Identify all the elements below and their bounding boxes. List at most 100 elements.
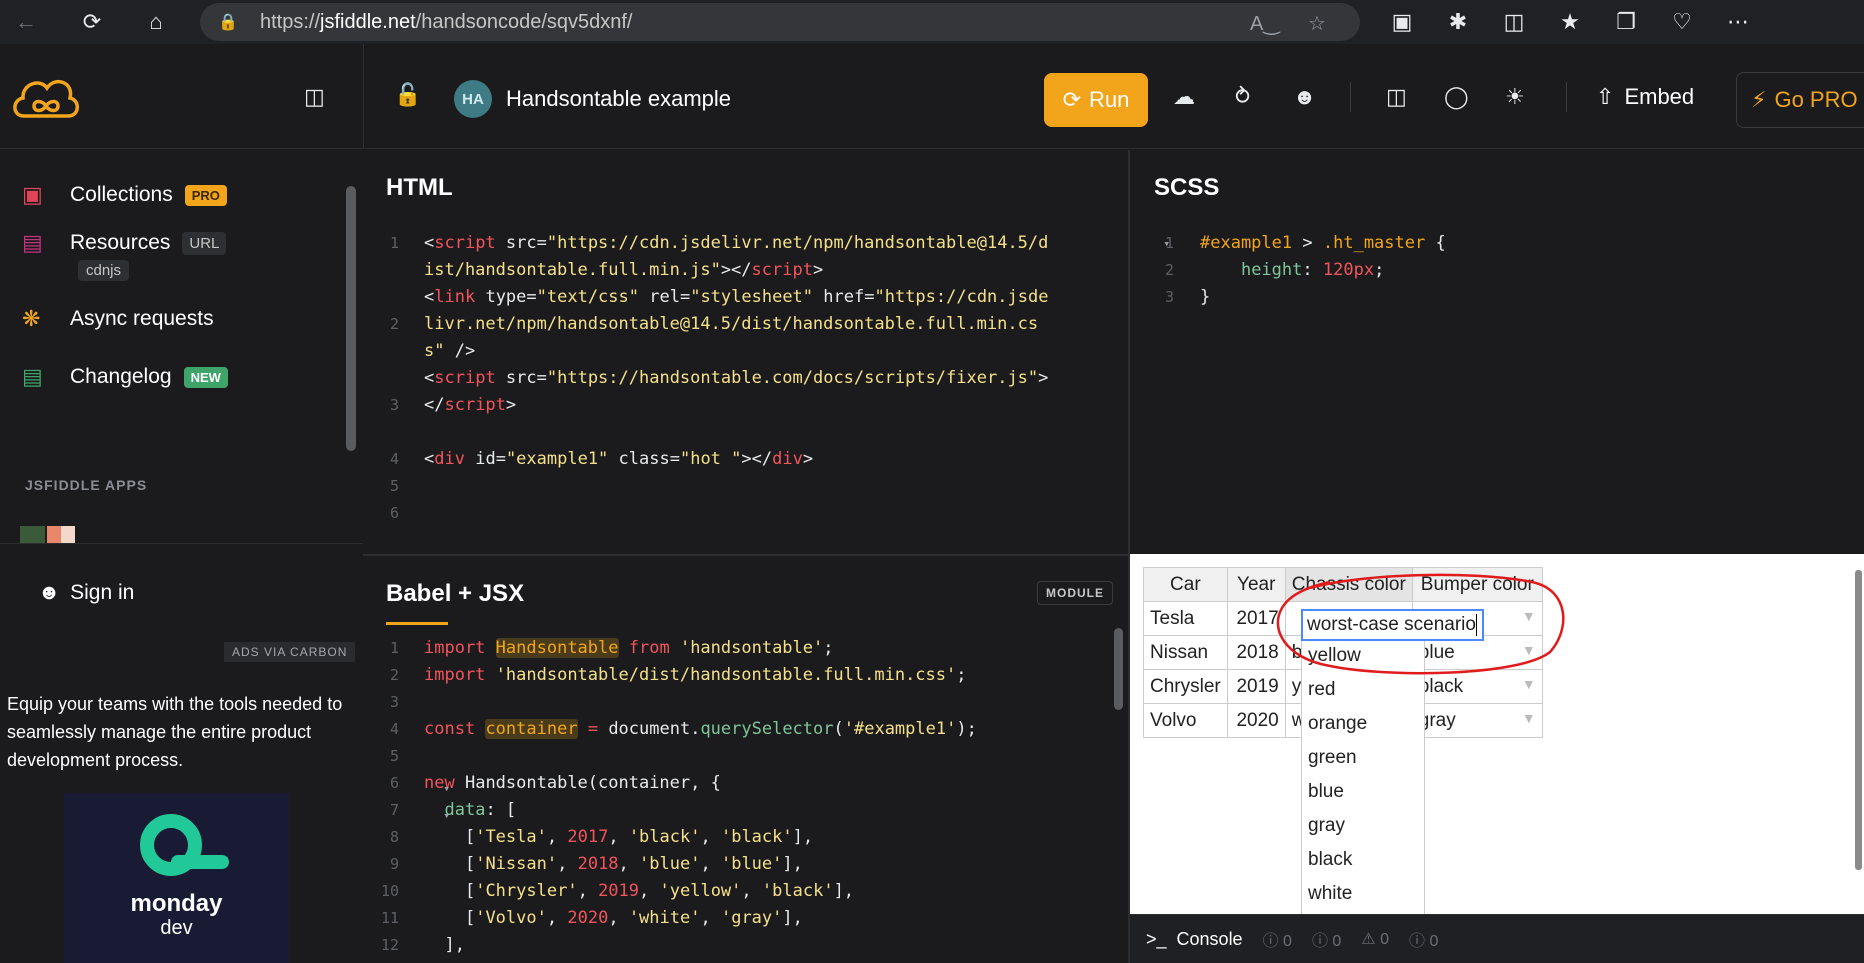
ad-text[interactable]: Equip your teams with the tools needed t… [7,690,357,774]
sign-in-link[interactable]: ☻ Sign in [38,581,134,605]
ad-brand-sub: dev [160,917,193,939]
js-panel: Babel + JSX 1 2 3 4 5 6 7 8 9 10 11 12 i… [363,556,1128,963]
browser-toolbar: ← ⟳ ⌂ 🔒 https://jsfiddle.net/handsoncode… [0,0,1864,44]
panel-divider-horizontal[interactable] [363,554,1129,556]
table-cell[interactable]: Volvo [1143,703,1228,738]
header-separator [1566,82,1567,112]
dropdown-option[interactable]: blue [1302,775,1424,809]
sidebar-item-async-requests[interactable]: ❋ Async requests [22,306,214,332]
autocomplete-dropdown: yellow red orange green blue gray black … [1301,639,1425,914]
sidebar-item-label: Resources [70,231,171,254]
sidebar-item-collections[interactable]: ▣ Collections PRO [22,182,227,208]
scss-fold-marker[interactable]: ▾ [1160,230,1170,257]
run-icon: ⟳ [1062,87,1082,112]
apps-section-title: JSFIDDLE APPS [25,477,148,493]
extension-a-icon[interactable]: ▣ [1374,9,1430,35]
js-scrollbar[interactable] [1114,628,1123,710]
html-line-numbers: 1 2 3 4 5 6 [389,234,399,522]
split-screen-icon[interactable]: ◫ [1486,9,1542,35]
table-cell[interactable]: Nissan [1143,635,1228,670]
table-cell[interactable]: Tesla [1143,601,1228,636]
sidebar-toggle-icon[interactable]: ◫ [304,84,325,110]
dropdown-option[interactable]: orange [1302,707,1424,741]
jsfiddle-logo-icon[interactable] [10,70,82,122]
run-button[interactable]: ⟳ Run [1044,73,1148,127]
table-cell[interactable]: 2020 [1226,703,1286,738]
js-tab-indicator [386,622,448,625]
theme-sun-icon[interactable]: ☀ [1505,84,1525,110]
app-thumbnail-icon[interactable] [20,526,75,694]
result-scrollbar[interactable] [1855,570,1862,870]
user-icon: ☻ [38,581,61,604]
home-icon[interactable]: ⌂ [130,0,182,44]
dropdown-option[interactable]: green [1302,741,1424,775]
reload-icon[interactable]: ⟳ [66,0,118,44]
toggle-icon[interactable]: ◯ [1444,84,1469,110]
new-badge: NEW [183,366,228,388]
fork-icon[interactable]: ⥁ [1235,84,1250,110]
back-icon[interactable]: ← [0,0,52,44]
embed-button[interactable]: ⇧ Embed [1596,84,1694,110]
embed-label: Embed [1624,84,1695,109]
spinner-icon: ❋ [22,306,41,331]
html-panel-title: HTML [386,174,453,201]
table-cell[interactable]: Chrysler [1143,669,1228,704]
dropdown-option[interactable]: gray [1302,809,1424,843]
collections-browser-icon[interactable]: ❐ [1598,9,1654,35]
health-icon[interactable]: ♡ [1654,9,1710,35]
scss-panel: SCSS 1 2 3 #example1 > .ht_master { heig… [1130,150,1864,554]
js-code-editor[interactable]: import Handsontable from 'handsontable';… [424,635,977,959]
lock-icon: 🔒 [218,14,238,31]
avatar[interactable]: HA [454,80,492,118]
terminal-icon: >_ [1146,928,1167,949]
ad-brand-name: monday [130,890,223,917]
go-pro-button[interactable]: ⚡ Go PRO [1736,72,1864,128]
log-count: ⓘ 0 [1262,933,1292,950]
puzzle-icon[interactable]: ✱ [1430,9,1486,35]
upload-cloud-icon[interactable]: ☁ [1173,84,1195,110]
sidebar-item-label: Changelog [70,365,172,388]
column-header-car[interactable]: Car [1143,567,1228,602]
scss-panel-title: SCSS [1154,174,1220,201]
error-count: ⓘ 0 [1409,933,1439,950]
ad-banner[interactable]: monday dev [64,793,289,963]
run-label: Run [1089,87,1130,112]
share-icon: ⇧ [1596,84,1615,109]
module-badge[interactable]: MODULE [1037,581,1113,605]
changelog-icon: ▤ [22,364,43,389]
address-bar[interactable]: 🔒 https://jsfiddle.net/handsoncode/sqv5d… [200,3,1360,41]
resources-icon: ▤ [22,230,43,255]
url-text: https://jsfiddle.net/handsoncode/sqv5dxn… [260,10,633,33]
fold-markers[interactable]: ▾ ▾ [440,775,450,829]
html-code-editor[interactable]: <script src="https://cdn.jsdelivr.net/np… [424,230,1128,473]
cdnjs-badge: cdnjs [78,260,130,281]
unlock-icon[interactable]: 🔓 [394,82,421,108]
pro-badge: PRO [184,184,227,206]
read-aloud-icon[interactable]: A‿ [1250,11,1279,36]
dropdown-arrow-icon[interactable]: ▼ [1522,710,1536,726]
layout-icon[interactable]: ◫ [1386,84,1407,110]
sidebar-item-changelog[interactable]: ▤ Changelog NEW [22,364,228,390]
favorite-star-icon[interactable]: ☆ [1308,11,1326,36]
js-panel-title: Babel + JSX [386,580,525,607]
sidebar-item-label: Collections [70,183,173,206]
app-header: ◫ 🔓 HA Handsontable example ⟳ Run ☁ ⥁ ☻ … [0,44,1864,149]
more-icon[interactable]: ⋯ [1710,9,1766,35]
html-panel: HTML 1 2 3 4 5 6 <script src="https://cd… [363,150,1128,554]
info-count: ⓘ 0 [1311,933,1342,950]
console-label[interactable]: Console [1177,929,1243,950]
scss-code-editor[interactable]: #example1 > .ht_master { height: 120px; … [1200,230,1446,311]
fiddle-title[interactable]: Handsontable example [506,86,731,112]
dropdown-option[interactable]: white [1302,877,1424,911]
console-bar[interactable]: >_ Console ⓘ 0 ⓘ 0 ⚠ 0 ⓘ 0 [1130,914,1864,963]
sidebar-item-label: Async requests [70,307,214,330]
ads-label[interactable]: ADS VIA CARBON [224,642,356,662]
collaborate-icon[interactable]: ☻ [1293,84,1316,110]
sidebar-scrollbar[interactable] [346,186,356,451]
table-cell-dropdown[interactable]: gray ▼ [1411,703,1543,738]
dropdown-option[interactable]: black [1302,843,1424,877]
sidebar-item-resources[interactable]: ▤ Resources URL [22,230,227,256]
favorites-icon[interactable]: ★ [1542,9,1598,35]
annotation-circle [1276,573,1565,675]
collections-icon: ▣ [22,182,43,207]
